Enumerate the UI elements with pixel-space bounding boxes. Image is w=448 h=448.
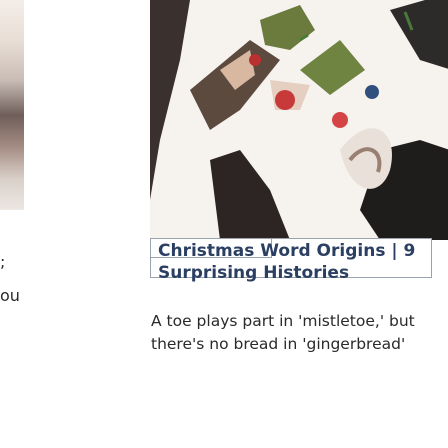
previous-card[interactable]: ; ou [0,0,24,448]
christmas-decorations-photo [150,0,448,240]
previous-card-text-fragment: ; [0,252,6,271]
previous-card-image [0,0,24,210]
article-title-line-1[interactable]: Christmas Word Origins | 9 [158,240,415,262]
article-title-line-2[interactable]: Surprising Histories [158,262,349,284]
article-description: A toe plays part in 'mistletoe,' but the… [151,312,415,353]
previous-card-text-fragment: ou [0,286,20,305]
article-image[interactable] [150,0,448,240]
